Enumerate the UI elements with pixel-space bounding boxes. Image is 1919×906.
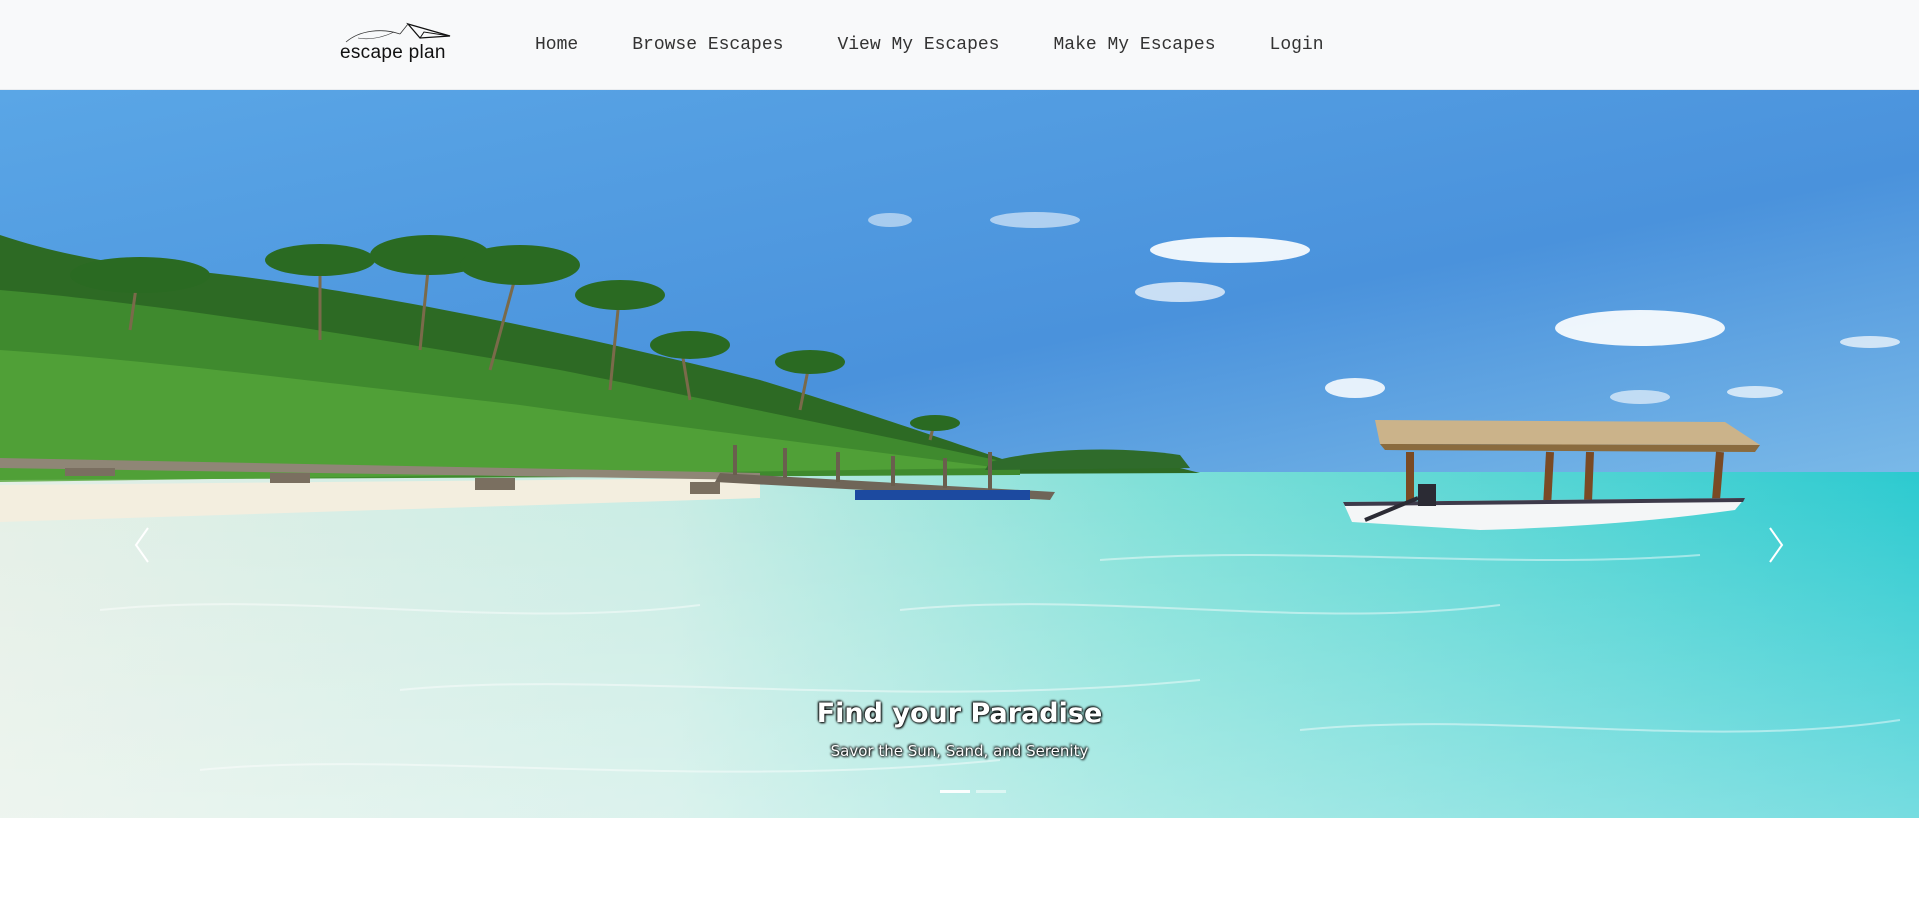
chevron-right-icon <box>1769 527 1784 563</box>
carousel-next-button[interactable] <box>1760 520 1790 570</box>
nav-make-my-escapes[interactable]: Make My Escapes <box>1026 35 1242 55</box>
carousel-prev-button[interactable] <box>128 520 158 570</box>
main-nav: Home Browse Escapes View My Escapes Make… <box>508 0 1351 90</box>
brand-logo-link[interactable]: escape plan <box>338 20 458 68</box>
navbar: escape plan Home Browse Escapes View My … <box>0 0 1919 90</box>
slide-subtitle: Savor the Sun, Sand, and Serenity <box>830 742 1089 760</box>
brand-name: escape plan <box>340 42 446 63</box>
carousel-indicator-2[interactable] <box>976 790 1006 793</box>
nav-home[interactable]: Home <box>508 35 605 55</box>
chevron-left-icon <box>134 527 149 563</box>
hero-carousel: Find your Paradise Savor the Sun, Sand, … <box>0 90 1919 818</box>
nav-login[interactable]: Login <box>1243 35 1351 55</box>
carousel-indicators <box>940 790 1006 796</box>
nav-browse-escapes[interactable]: Browse Escapes <box>605 35 810 55</box>
nav-view-my-escapes[interactable]: View My Escapes <box>810 35 1026 55</box>
slide-title: Find your Paradise <box>816 698 1103 729</box>
carousel-indicator-1[interactable] <box>940 790 970 793</box>
